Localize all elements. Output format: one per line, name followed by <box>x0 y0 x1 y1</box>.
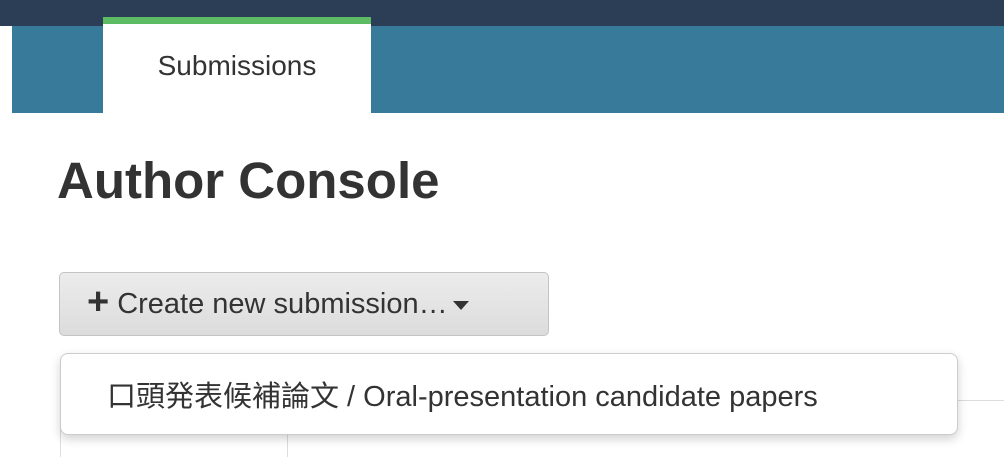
page-title: Author Console <box>57 152 440 209</box>
create-new-submission-button[interactable]: + Create new submission… <box>59 272 549 336</box>
plus-icon: + <box>87 281 110 323</box>
create-button-label: Create new submission… <box>117 287 448 320</box>
tab-submissions[interactable]: Submissions <box>103 17 371 113</box>
tab-label: Submissions <box>157 49 317 81</box>
caret-down-icon <box>452 300 469 310</box>
create-submission-dropdown-menu: 口頭発表候補論文 / Oral-presentation candidate p… <box>60 353 958 435</box>
menu-item-oral-presentation-candidate-papers[interactable]: 口頭発表候補論文 / Oral-presentation candidate p… <box>107 373 818 415</box>
